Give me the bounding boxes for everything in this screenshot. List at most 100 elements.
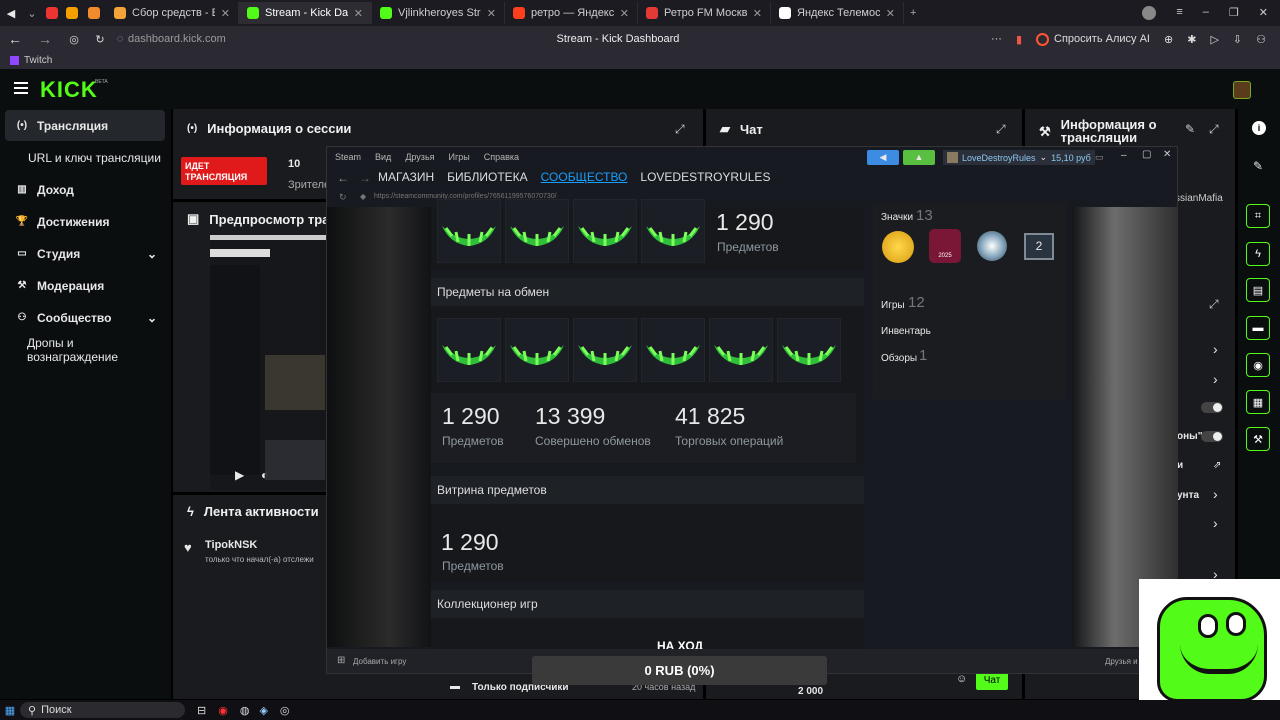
add-game-button[interactable]: Добавить игру: [353, 657, 406, 666]
inventory-item[interactable]: [437, 318, 501, 382]
start-icon[interactable]: ▦: [0, 704, 20, 717]
steam-nav-item[interactable]: СООБЩЕСТВО: [541, 170, 628, 184]
tab-2[interactable]: Vjlinkheroyes Stream - We✕: [372, 2, 505, 24]
tab-close-icon[interactable]: ✕: [753, 7, 762, 20]
add-game-icon[interactable]: ⊞: [337, 655, 345, 666]
browser-icon[interactable]: ◍: [240, 704, 250, 717]
chevron-right-icon[interactable]: ›: [1213, 341, 1218, 357]
scrollbar[interactable]: [1172, 259, 1175, 409]
lightning-button[interactable]: ϟ: [1246, 242, 1270, 266]
chart-icon[interactable]: ⇗: [1213, 460, 1221, 471]
monitor-icon[interactable]: ▭: [1095, 152, 1104, 163]
chat-send-button[interactable]: Чат: [976, 672, 1008, 690]
emblem-badge-icon[interactable]: [977, 231, 1007, 261]
bookmark-icon[interactable]: ▮: [1016, 33, 1022, 46]
forward-icon[interactable]: →: [30, 31, 60, 47]
sidebar-item-3[interactable]: 🏆 Достижения: [5, 206, 165, 237]
steam-menu-item[interactable]: Вид: [375, 152, 391, 162]
expand-icon[interactable]: ⤢: [1209, 122, 1219, 137]
download-icon[interactable]: ⇩: [1233, 33, 1242, 46]
steam-nav-item[interactable]: LOVEDESTROYRULES: [640, 170, 770, 184]
info-icon[interactable]: i: [1252, 121, 1266, 135]
inventory-item[interactable]: [505, 318, 569, 382]
broadcast-button[interactable]: ◉: [1246, 353, 1270, 377]
profile-avatar[interactable]: [1142, 6, 1157, 20]
steam-nav-item[interactable]: БИБЛИОТЕКА: [447, 170, 528, 184]
chat-bubble-button[interactable]: ▬: [1246, 316, 1270, 340]
chevron-right-icon[interactable]: ›: [1213, 515, 1218, 531]
chevron-right-icon[interactable]: ›: [1213, 371, 1218, 387]
tab-4[interactable]: Ретро FM Москва -✕: [638, 2, 771, 24]
tab-close-icon[interactable]: ✕: [487, 7, 496, 20]
reader-icon[interactable]: ◎: [60, 33, 88, 46]
level-badge[interactable]: 2: [1024, 233, 1054, 260]
profile-icon[interactable]: ⚇: [1256, 33, 1266, 46]
yandex-icon[interactable]: ◉: [218, 704, 228, 717]
inventory-item[interactable]: [573, 318, 637, 382]
play-icon[interactable]: ▷: [1210, 33, 1218, 46]
taskview-icon[interactable]: ⊟: [197, 704, 206, 717]
sidebar-item-4[interactable]: ▭ Студия ⌄: [5, 238, 165, 269]
reviews-label[interactable]: Обзоры: [881, 353, 917, 364]
preview-video[interactable]: [210, 235, 328, 490]
sidebar-item-1[interactable]: URL и ключ трансляции: [5, 142, 165, 173]
globe-icon[interactable]: ⊕: [1164, 33, 1173, 46]
steam-menu-item[interactable]: Друзья: [405, 152, 434, 162]
tab-5[interactable]: Яндекс Телемост — бесп✕: [771, 2, 904, 24]
chevron-right-icon[interactable]: ›: [1213, 486, 1218, 502]
tab-close-icon[interactable]: ✕: [886, 7, 895, 20]
tab-1[interactable]: Stream - Kick Dashboard✕: [239, 2, 372, 24]
inventory-link[interactable]: Инвентарь: [881, 326, 931, 337]
tab-close-icon[interactable]: ✕: [620, 7, 629, 20]
edit-icon[interactable]: ✎: [1185, 122, 1195, 136]
speaker-icon[interactable]: ◀: [0, 7, 22, 20]
app-icon[interactable]: [88, 7, 100, 19]
more-icon[interactable]: ···: [991, 33, 1002, 45]
inventory-item[interactable]: [641, 199, 705, 263]
account-menu[interactable]: LoveDestroyRules ⌄ 15,10 руб: [943, 150, 1095, 165]
tab-3[interactable]: ретро — Яндекс: нашлось✕: [505, 2, 638, 24]
notes-button[interactable]: ▤: [1246, 278, 1270, 302]
minimize-icon[interactable]: –: [1203, 6, 1209, 20]
steam-menu-item[interactable]: Игры: [449, 152, 470, 162]
clip-button[interactable]: ⌗: [1246, 204, 1270, 228]
sidebar-item-5[interactable]: ⚒ Модерация: [5, 270, 165, 301]
app-icon[interactable]: [46, 7, 58, 19]
volume-icon[interactable]: ◐: [261, 468, 268, 482]
broadcast-button[interactable]: ◀: [867, 150, 899, 165]
user-avatar[interactable]: [1233, 81, 1251, 99]
inventory-item[interactable]: [573, 199, 637, 263]
url-field[interactable]: dashboard.kick.com: [128, 33, 468, 45]
close-icon[interactable]: ✕: [1163, 149, 1171, 160]
back-icon[interactable]: ←: [0, 31, 30, 47]
steam-badge-icon[interactable]: 2025: [929, 229, 961, 263]
steam-icon[interactable]: ◈: [259, 704, 267, 717]
friends-button[interactable]: Друзья и: [1105, 657, 1138, 666]
sidebar-item-2[interactable]: ▥ Доход: [5, 174, 165, 205]
toggle-switch[interactable]: [1201, 431, 1223, 442]
tab-close-icon[interactable]: ✕: [354, 7, 363, 20]
steam-nav-item[interactable]: МАГАЗИН: [378, 170, 434, 184]
tools-button[interactable]: ⚒: [1246, 427, 1270, 451]
tab-0[interactable]: Сбор средств - Виджеты✕: [106, 2, 239, 24]
sidebar-item-7[interactable]: Дропы и вознаграждение: [5, 334, 165, 365]
sidebar-item-0[interactable]: (•) Трансляция: [5, 110, 165, 141]
inventory-item[interactable]: [709, 318, 773, 382]
emote-icon[interactable]: ☺: [956, 673, 967, 685]
steam-menu-item[interactable]: Справка: [484, 152, 519, 162]
inventory-item[interactable]: [777, 318, 841, 382]
taskbar-search[interactable]: ⚲ Поиск: [20, 702, 185, 718]
expand-icon[interactable]: ⤢: [1209, 297, 1219, 312]
expand-icon[interactable]: ⤢: [675, 122, 685, 137]
layout-button[interactable]: ▦: [1246, 390, 1270, 414]
kick-logo[interactable]: KICK: [40, 77, 98, 103]
alice-button[interactable]: Спросить Алису AI: [1036, 32, 1150, 46]
toggle-switch[interactable]: [1201, 402, 1223, 413]
inventory-item[interactable]: [641, 318, 705, 382]
forward-icon[interactable]: →: [359, 171, 371, 185]
back-icon[interactable]: ←: [337, 171, 349, 185]
reload-icon[interactable]: ↻: [339, 192, 347, 203]
app-icon[interactable]: [66, 7, 78, 19]
inventory-item[interactable]: [505, 199, 569, 263]
coin-badge-icon[interactable]: [882, 231, 914, 263]
